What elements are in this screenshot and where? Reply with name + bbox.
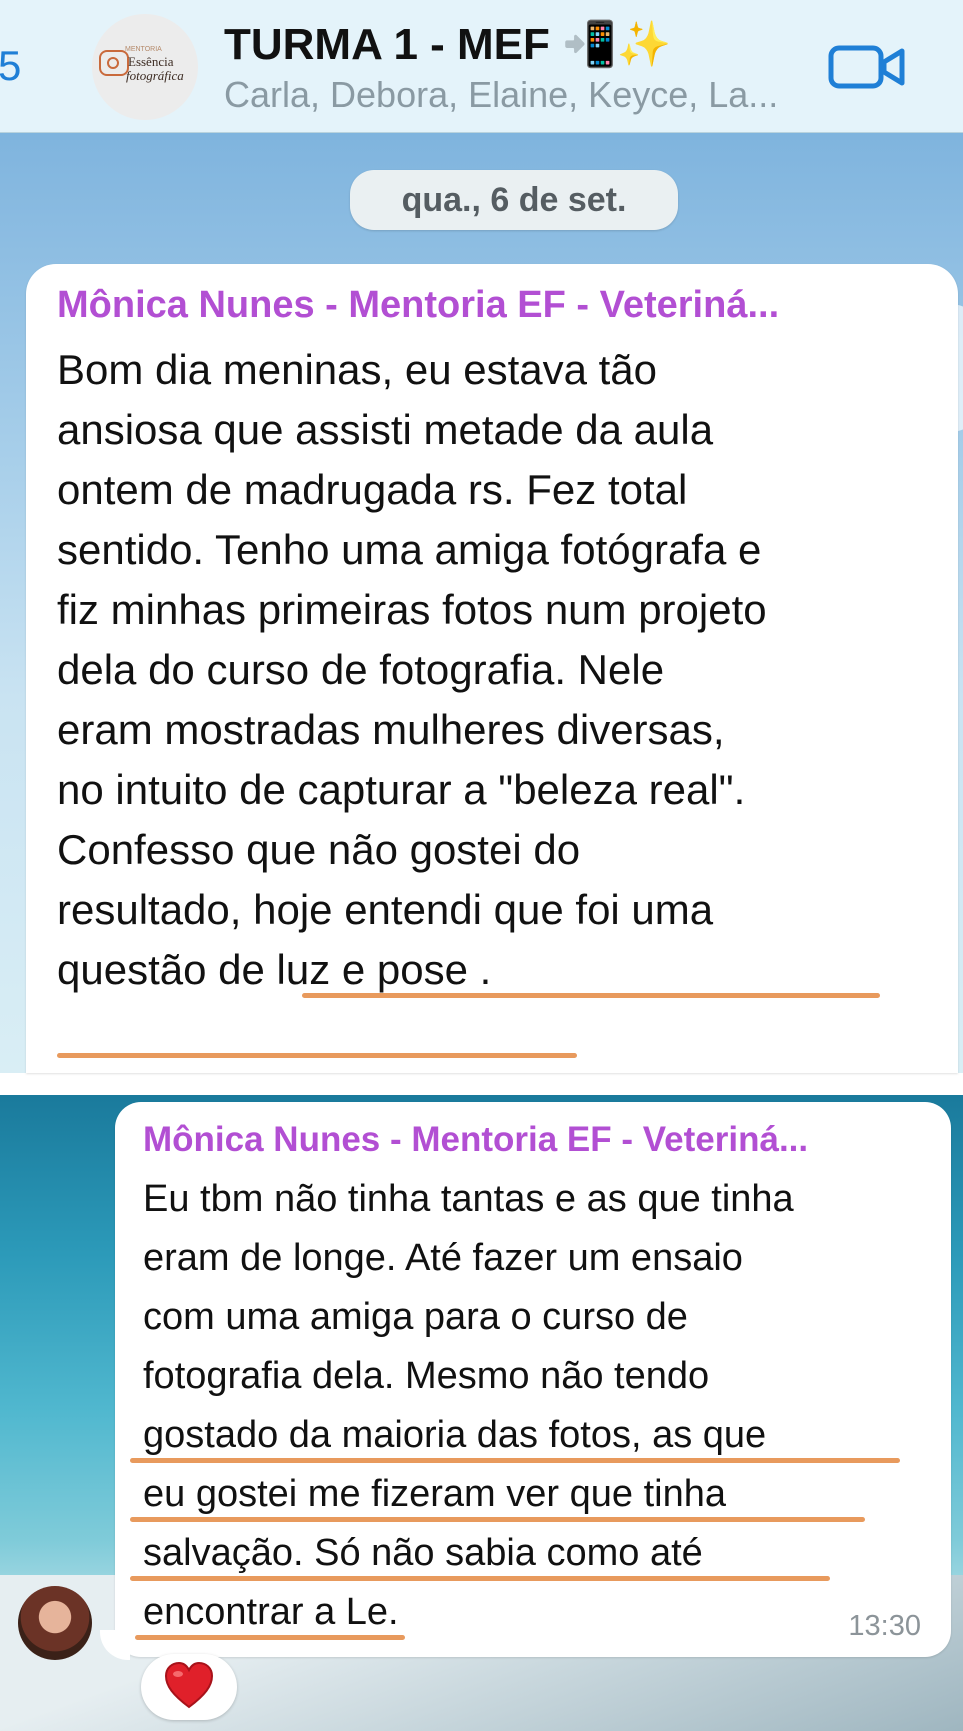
highlight-underline [130, 1517, 865, 1522]
camera-logo-icon [99, 50, 129, 76]
message-line: questão de luz e pose . [57, 946, 492, 993]
red-heart-icon [164, 1661, 214, 1709]
message-bubble[interactable]: Mônica Nunes - Mentoria EF - Veteriná...… [26, 264, 958, 1073]
message-sender[interactable]: Mônica Nunes - Mentoria EF - Veteriná... [143, 1120, 808, 1160]
message-bubble[interactable]: Mônica Nunes - Mentoria EF - Veteriná...… [115, 1102, 951, 1657]
message-line: eu gostei me fizeram ver que tinha [143, 1473, 726, 1515]
message-line: salvação. Só não sabia como até [143, 1532, 703, 1574]
group-avatar[interactable]: MENTORIA Essência fotográfica [92, 14, 198, 120]
message-line: no intuito de capturar a "beleza real". [57, 766, 746, 813]
message-line: gostado da maioria das fotos, as que [143, 1414, 767, 1456]
highlight-underline [135, 1635, 405, 1640]
message-line: resultado, hoje entendi que foi uma [57, 886, 714, 933]
logo-text-sub: fotográfica [126, 68, 184, 83]
reaction-badge[interactable] [141, 1654, 237, 1720]
message-line: fotografia dela. Mesmo não tendo [143, 1355, 710, 1397]
message-line: dela do curso de fotografia. Nele [57, 646, 665, 693]
group-title[interactable]: TURMA 1 - MEF 📲✨ [224, 18, 672, 70]
chat-header: 5 MENTORIA Essência fotográfica TURMA 1 … [0, 0, 963, 133]
message-line: ansiosa que assisti metade da aula [57, 406, 714, 453]
message-line: Confesso que não gostei do [57, 826, 581, 873]
highlight-underline [57, 1053, 577, 1058]
message-time: 13:30 [848, 1610, 921, 1642]
back-unread-count[interactable]: 5 [0, 42, 21, 90]
message-sender[interactable]: Mônica Nunes - Mentoria EF - Veteriná... [57, 284, 779, 327]
highlight-underline [302, 993, 880, 998]
highlight-underline [130, 1458, 900, 1463]
message-line: eram mostradas mulheres diversas, [57, 706, 725, 753]
video-camera-icon[interactable] [828, 44, 906, 90]
logo-text-small: MENTORIA [125, 46, 162, 53]
message-line: eram de longe. Até fazer um ensaio [143, 1237, 743, 1279]
message-line: ontem de madrugada rs. Fez total [57, 466, 688, 513]
message-line: com uma amiga para o curso de [143, 1296, 688, 1338]
message-line: fiz minhas primeiras fotos num projeto [57, 586, 767, 633]
date-separator: qua., 6 de set. [350, 170, 678, 230]
highlight-underline [130, 1576, 830, 1581]
screenshot-divider [0, 1073, 963, 1095]
message-line: encontrar a Le. [143, 1591, 399, 1633]
message-line: sentido. Tenho uma amiga fotógrafa e [57, 526, 762, 573]
message-line: Bom dia meninas, eu estava tão [57, 346, 658, 393]
group-members[interactable]: Carla, Debora, Elaine, Keyce, La... [224, 74, 778, 116]
sender-avatar[interactable] [18, 1586, 92, 1660]
message-line: Eu tbm não tinha tantas e as que tinha [143, 1178, 794, 1220]
